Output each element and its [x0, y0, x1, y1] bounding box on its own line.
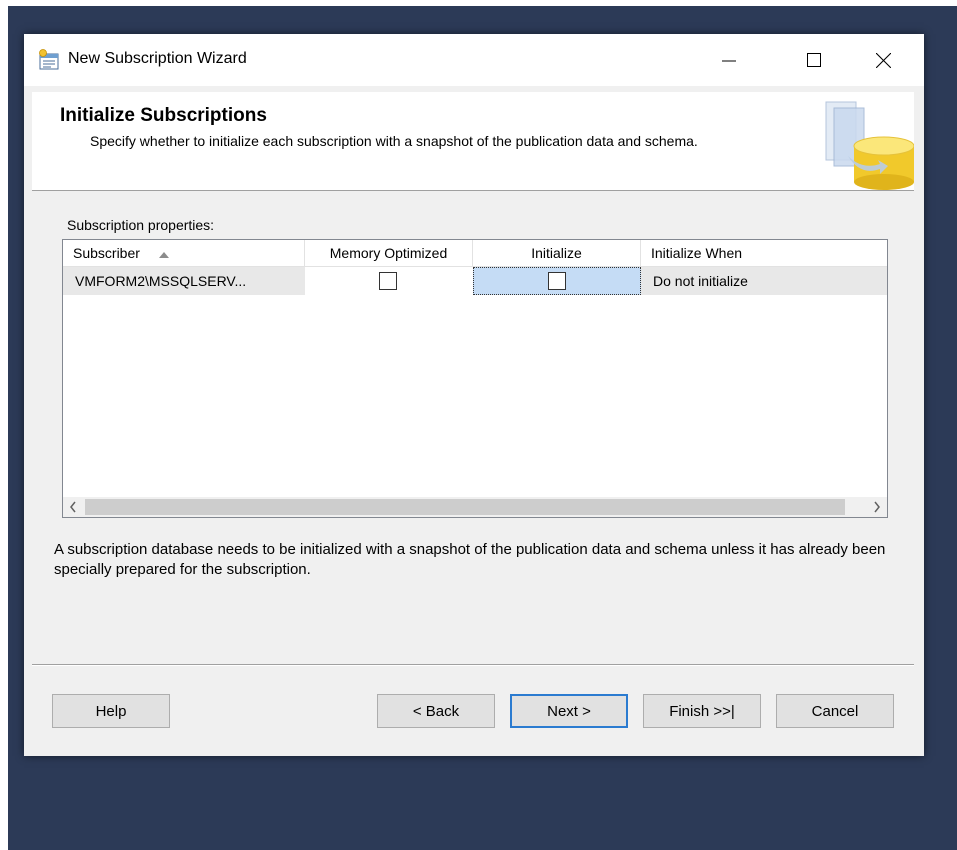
grid-header: Subscriber Memory Optimized Initialize I…: [63, 240, 887, 267]
window-title: New Subscription Wizard: [68, 50, 247, 67]
memory-optimized-cell[interactable]: [305, 267, 473, 295]
wizard-header: Initialize Subscriptions Specify whether…: [32, 92, 915, 191]
initialize-when-cell[interactable]: Do not initialize: [641, 267, 887, 295]
cancel-button[interactable]: Cancel: [776, 694, 894, 728]
table-row[interactable]: VMFORM2\MSSQLSERV... Do not initialize: [63, 267, 887, 295]
close-button[interactable]: [860, 34, 906, 86]
button-separator: [32, 664, 914, 666]
minimize-button[interactable]: [706, 34, 752, 86]
maximize-icon: [807, 53, 821, 67]
page-title: Initialize Subscriptions: [60, 105, 267, 126]
initialize-checkbox[interactable]: [548, 272, 566, 290]
database-icon: [818, 96, 915, 190]
horizontal-scrollbar[interactable]: [63, 497, 887, 517]
chevron-left-icon[interactable]: [63, 497, 83, 517]
finish-button[interactable]: Finish >>|: [643, 694, 761, 728]
column-header-label: Memory Optimized: [329, 245, 448, 261]
column-header-initialize[interactable]: Initialize: [473, 240, 641, 266]
close-icon: [875, 52, 891, 68]
title-bar: New Subscription Wizard: [24, 34, 924, 86]
wizard-dialog: New Subscription Wizard Initialize Subsc…: [24, 34, 924, 756]
sort-ascending-icon: [158, 241, 170, 267]
back-button[interactable]: < Back: [377, 694, 495, 728]
column-header-label: Initialize: [531, 245, 582, 261]
minimize-icon: [722, 53, 736, 67]
info-text: A subscription database needs to be init…: [54, 541, 886, 578]
subscription-properties-label: Subscription properties:: [67, 217, 215, 233]
page-description: Specify whether to initialize each subsc…: [90, 133, 698, 149]
next-button[interactable]: Next >: [510, 694, 628, 728]
column-header-label: Subscriber: [73, 245, 140, 261]
initialize-cell[interactable]: [473, 267, 641, 295]
subscription-properties-grid[interactable]: Subscriber Memory Optimized Initialize I…: [62, 239, 888, 518]
help-button[interactable]: Help: [52, 694, 170, 728]
scrollbar-thumb[interactable]: [85, 499, 845, 515]
column-header-memory-optimized[interactable]: Memory Optimized: [305, 240, 473, 266]
subscriber-cell[interactable]: VMFORM2\MSSQLSERV...: [63, 267, 305, 295]
maximize-button[interactable]: [791, 34, 837, 86]
column-header-subscriber[interactable]: Subscriber: [63, 240, 305, 266]
column-header-initialize-when[interactable]: Initialize When: [641, 240, 887, 266]
column-header-label: Initialize When: [651, 245, 743, 261]
chevron-right-icon[interactable]: [867, 497, 887, 517]
memory-optimized-checkbox[interactable]: [379, 272, 397, 290]
wizard-app-icon: [38, 49, 60, 71]
